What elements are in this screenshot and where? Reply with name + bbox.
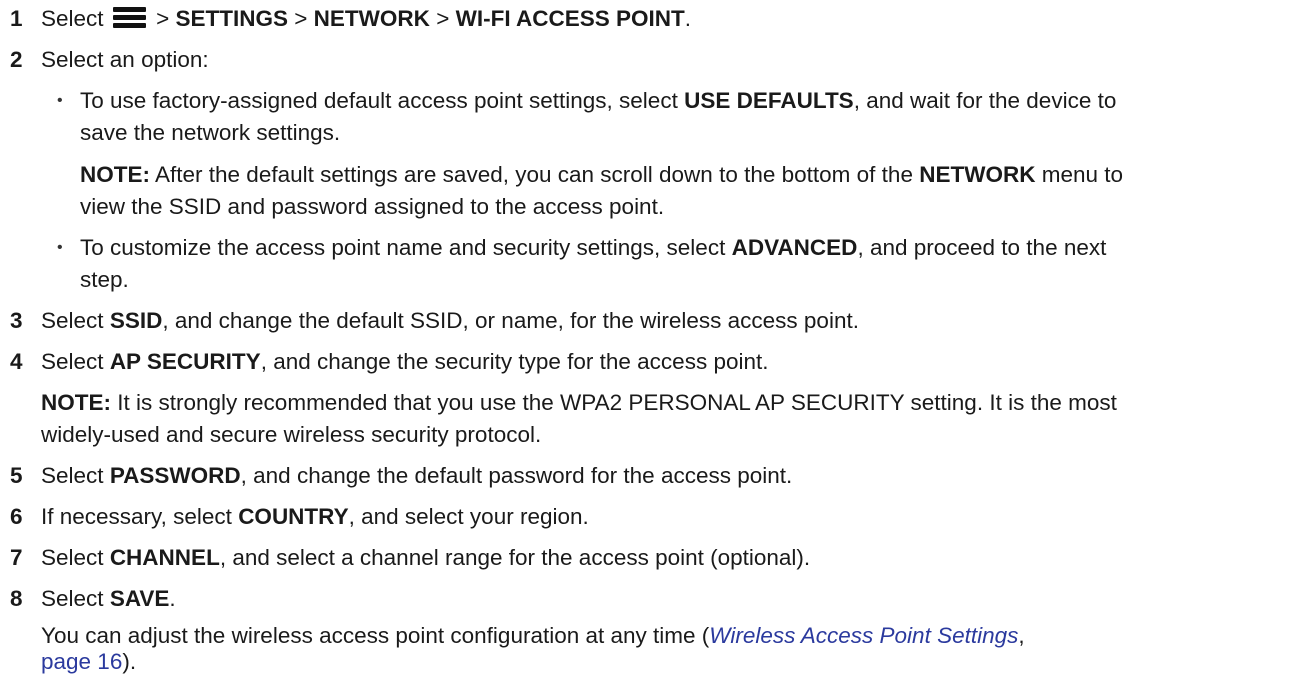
step-number: 8 — [10, 586, 23, 611]
document-page: 1 Select > SETTINGS > NETWORK > WI-FI AC… — [0, 0, 1313, 676]
step-text: Select an option: — [41, 47, 209, 72]
bullet-icon: • — [57, 239, 63, 256]
step-number: 6 — [10, 504, 23, 529]
step-text: Select > SETTINGS > NETWORK > WI-FI ACCE… — [41, 6, 692, 31]
step-number: 2 — [10, 47, 23, 72]
wireless-settings-link[interactable]: Wireless Access Point Settings — [709, 623, 1018, 648]
bullet-icon: • — [57, 92, 63, 109]
step-number: 5 — [10, 463, 23, 488]
menu-icon — [112, 7, 146, 29]
step-number: 7 — [10, 545, 23, 570]
step-number: 1 — [10, 6, 23, 31]
step-number: 3 — [10, 308, 23, 333]
step-number: 4 — [10, 349, 23, 374]
page-link[interactable]: page 16 — [41, 649, 122, 674]
